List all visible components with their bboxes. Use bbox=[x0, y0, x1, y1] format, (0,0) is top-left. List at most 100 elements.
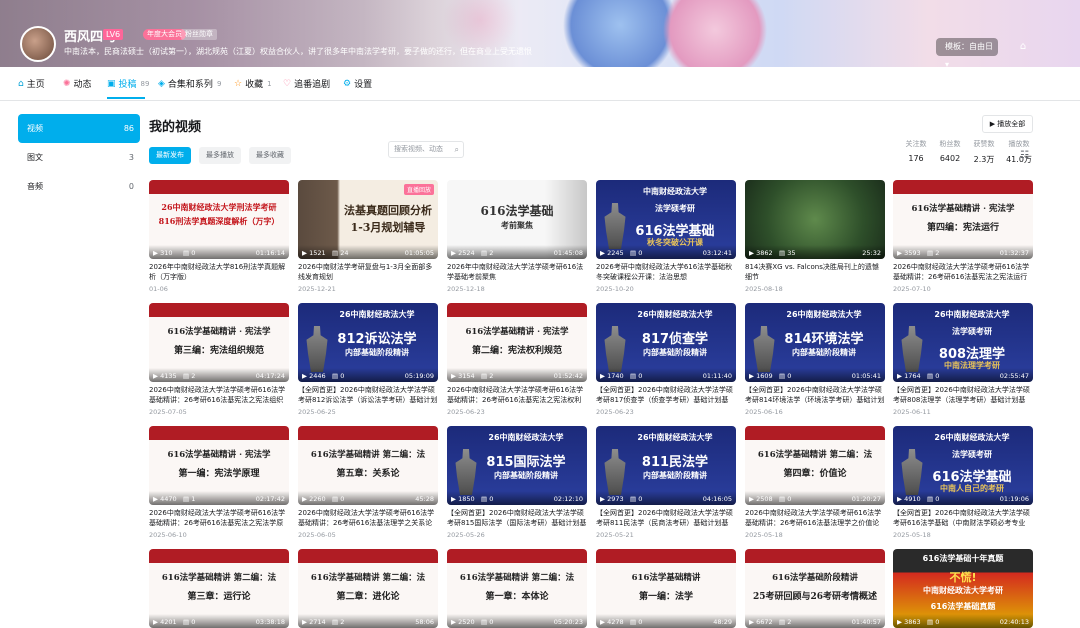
video-title[interactable]: 【全网首更】2026中南财经政法大学法学硕考研817侦查学（侦查学考研）基础计划… bbox=[596, 386, 736, 405]
video-date: 2025-12-18 bbox=[447, 285, 485, 293]
video-card[interactable]: 26中南财经政法大学 814环境法学 内部基础阶段精讲 ▶ 1609 ▤ 0 01:05:… bbox=[745, 303, 885, 416]
video-date: 2025-05-26 bbox=[447, 531, 485, 539]
avatar[interactable] bbox=[20, 26, 56, 62]
tab-dynamic[interactable]: ✺ 动态 bbox=[63, 77, 92, 91]
fan-medal-badge[interactable]: 粉丝勋章 bbox=[181, 29, 217, 40]
video-thumbnail[interactable]: 26中南财经政法大学 812诉讼法学 内部基础阶段精讲 ▶ 2446 ▤ 0 05:19:… bbox=[298, 303, 438, 382]
video-card[interactable]: 616法学基础精讲 第二编：法 第一章：本体论 ▶ 2520 ▤ 0 05:20:23 bbox=[447, 549, 587, 628]
video-title[interactable]: 【全网首更】2026中南财经政法大学法学硕考研815国际法学（国际法考研）基础计… bbox=[447, 509, 587, 528]
video-thumbnail[interactable]: 616法学基础十年真题 不慌! 中南财经政法大学考研 616法学基础真题 ▶ 3863 ▤… bbox=[893, 549, 1033, 628]
sort-most-favorited[interactable]: 最多收藏 bbox=[249, 147, 291, 164]
thumbnail-text: 616法学基础十年真题 bbox=[922, 554, 1004, 563]
video-card[interactable]: 26中南财经政法大学 811民法学 内部基础阶段精讲 ▶ 2973 ▤ 0 04:16:0… bbox=[596, 426, 736, 539]
tab-bangumi[interactable]: ♡ 追番追剧 bbox=[283, 77, 330, 91]
video-title[interactable]: 814决赛XG vs. Falcons决胜局刊上的遗憾细节 bbox=[745, 263, 885, 282]
video-thumbnail[interactable]: 26中南财经政法大学刑法学考研 816刑法学真题深度解析（万字） ▶ 310 ▤ 00… bbox=[149, 180, 289, 259]
danmaku-count: ▤ 0 bbox=[183, 249, 196, 257]
video-card[interactable]: 法基真题回顾分析 1-3月规划辅导 直播回放 ▶ 1521 ▤ 24 01:05:05 20… bbox=[298, 180, 438, 293]
video-card[interactable]: 616法学基础 考前聚焦 ▶ 2524 ▤ 2 01:45:08 2026年中南财经政法大… bbox=[447, 180, 587, 293]
tab-favorites[interactable]: ☆ 收藏 1 bbox=[234, 77, 272, 91]
video-thumbnail[interactable]: 616法学基础精讲 第二编：法 第五章：关系论 ▶ 2260 ▤ 0 45:28 bbox=[298, 426, 438, 505]
video-card[interactable]: 616法学基础阶段精讲 25考研回顾与26考研考情概述 ▶ 6672 ▤ 2 01:40… bbox=[745, 549, 885, 628]
sidebar-item-audio[interactable]: 音频 0 bbox=[18, 172, 140, 201]
video-thumbnail[interactable]: 中南财经政法大学 法学硕考研 616法学基础 秋冬突破公开课 ▶ 2245 ▤ 0 03:1… bbox=[596, 180, 736, 259]
video-card[interactable]: 616法学基础精讲 · 宪法学 第二编：宪法权利规范 ▶ 3154 ▤ 2 01:52:… bbox=[447, 303, 587, 416]
video-card[interactable]: 26中南财经政法大学 812诉讼法学 内部基础阶段精讲 ▶ 2446 ▤ 0 05:19:… bbox=[298, 303, 438, 416]
video-title[interactable]: 2026中南财经政法大学法学硕考研616法学基础精讲：26考研616法基宪法之宪… bbox=[893, 263, 1033, 282]
video-title[interactable]: 2026年中南财经政法大学法学硕考研616法学基础考前聚焦 bbox=[447, 263, 587, 282]
video-card[interactable]: 26中南财经政法大学刑法学考研 816刑法学真题深度解析（万字） ▶ 310 ▤ 00… bbox=[149, 180, 289, 293]
sidebar-item-article[interactable]: 图文 3 bbox=[18, 143, 140, 172]
video-thumbnail[interactable]: 26中南财经政法大学 法学硕考研 808法理学 中南法理学考研 ▶ 1764 ▤ 0 02:… bbox=[893, 303, 1033, 382]
video-card[interactable]: 26中南财经政法大学 815国际法学 内部基础阶段精讲 ▶ 1850 ▤ 0 02:12:… bbox=[447, 426, 587, 539]
search-input[interactable]: 搜索视频、动态 ⌕ bbox=[388, 141, 464, 158]
video-thumbnail[interactable]: 法基真题回顾分析 1-3月规划辅导 直播回放 ▶ 1521 ▤ 24 01:05:05 bbox=[298, 180, 438, 259]
thumbnail-text: 法学硕考研 bbox=[952, 450, 992, 459]
video-title[interactable]: 【全网首更】2026中南财经政法大学法学硕考研808法理学（法理学考研）基础计划… bbox=[893, 386, 1033, 405]
video-card[interactable]: ▶ 3862 ▤ 35 25:32 814决赛XG vs. Falcons决胜局刊上的… bbox=[745, 180, 885, 293]
video-title[interactable]: 【全网首更】2026中南财经政法大学法学硕考研812诉讼法学（诉讼法学考研）基础… bbox=[298, 386, 438, 405]
play-count: ▶ 2520 bbox=[451, 618, 475, 626]
tab-home[interactable]: ⌂ 主页 bbox=[18, 77, 45, 91]
template-mode-button[interactable]: 模板：自由日 ▾ bbox=[936, 38, 998, 67]
video-thumbnail[interactable]: 616法学基础精讲 第二编：法 第三章：运行论 ▶ 4201 ▤ 0 03:38:18 bbox=[149, 549, 289, 628]
video-title[interactable]: 【全网首更】2026中南财经政法大学法学硕考研616法学基础（中南财法学硕必考专… bbox=[893, 509, 1033, 528]
video-card[interactable]: 616法学基础精讲 · 宪法学 第三编：宪法组织规范 ▶ 4135 ▤ 2 04:17:… bbox=[149, 303, 289, 416]
video-card[interactable]: 616法学基础精讲 第二编：法 第二章：进化论 ▶ 2714 ▤ 2 58:06 bbox=[298, 549, 438, 628]
tab-upload[interactable]: ▣ 投稿 89 bbox=[107, 77, 149, 91]
thumbnail-text: 26中南财经政法大学 bbox=[786, 310, 862, 319]
play-count-value: 2245 bbox=[607, 249, 624, 257]
video-title[interactable]: 2026中南财经政法大学法学硕考研616法学基础精讲：26考研616法基宪法之宪… bbox=[149, 509, 289, 528]
danmaku-count-value: 1 bbox=[191, 495, 196, 503]
list-view-icon[interactable]: ☷ bbox=[1020, 150, 1029, 161]
gift-icon[interactable]: ⌂ bbox=[1014, 38, 1032, 56]
sidebar-item-video[interactable]: 视频 86 bbox=[18, 114, 140, 143]
video-card[interactable]: 26中南财经政法大学 法学硕考研 808法理学 中南法理学考研 ▶ 1764 ▤ 0 02:… bbox=[893, 303, 1033, 416]
thumbnail-stats-bar: ▶ 3154 ▤ 2 01:52:42 bbox=[447, 368, 587, 382]
video-title[interactable]: 2026中南财经政法大学法学硕考研616法学基础精讲：26考研616法基法理学之… bbox=[745, 509, 885, 528]
video-thumbnail[interactable]: 616法学基础精讲 · 宪法学 第一编：宪法学原理 ▶ 4470 ▤ 1 02:17:4… bbox=[149, 426, 289, 505]
video-title[interactable]: 2026中南财经政法大学法学硕考研616法学基础精讲：26考研616法基宪法之宪… bbox=[149, 386, 289, 405]
video-thumbnail[interactable]: 26中南财经政法大学 815国际法学 内部基础阶段精讲 ▶ 1850 ▤ 0 02:12:… bbox=[447, 426, 587, 505]
video-thumbnail[interactable]: 26中南财经政法大学 814环境法学 内部基础阶段精讲 ▶ 1609 ▤ 0 01:05:… bbox=[745, 303, 885, 382]
video-card[interactable]: 中南财经政法大学 法学硕考研 616法学基础 秋冬突破公开课 ▶ 2245 ▤ 0 03:1… bbox=[596, 180, 736, 293]
video-card[interactable]: 616法学基础十年真题 不慌! 中南财经政法大学考研 616法学基础真题 ▶ 3863 ▤… bbox=[893, 549, 1033, 628]
video-thumbnail[interactable]: 616法学基础精讲 · 宪法学 第四编：宪法运行 ▶ 3593 ▤ 2 01:32:37 bbox=[893, 180, 1033, 259]
play-all-button[interactable]: ▶ 播放全部 bbox=[982, 115, 1033, 133]
video-thumbnail[interactable]: 26中南财经政法大学 法学硕考研 616法学基础 中南人自己的考研 ▶ 4910 ▤ 00… bbox=[893, 426, 1033, 505]
video-title[interactable]: 2026中南财法学考研复盘与1-3月全面部多线发育规划 bbox=[298, 263, 438, 282]
video-thumbnail[interactable]: 616法学基础精讲 第二编：法 第二章：进化论 ▶ 2714 ▤ 2 58:06 bbox=[298, 549, 438, 628]
video-thumbnail[interactable]: 616法学基础 考前聚焦 ▶ 2524 ▤ 2 01:45:08 bbox=[447, 180, 587, 259]
video-title[interactable]: 2026年中南财经政法大学816刑法学真题解析（万字版） bbox=[149, 263, 289, 282]
video-title[interactable]: 【全网首更】2026中南财经政法大学法学硕考研814环境法学（环境法学考研）基础… bbox=[745, 386, 885, 405]
tab-collections[interactable]: ◈ 合集和系列 9 bbox=[158, 77, 221, 91]
video-card[interactable]: 616法学基础精讲 · 宪法学 第四编：宪法运行 ▶ 3593 ▤ 2 01:32:37… bbox=[893, 180, 1033, 293]
sort-most-played[interactable]: 最多播放 bbox=[199, 147, 241, 164]
danmaku-count-value: 0 bbox=[935, 372, 940, 380]
video-card[interactable]: 616法学基础精讲 第一编：法学 ▶ 4278 ▤ 0 48:29 bbox=[596, 549, 736, 628]
video-title[interactable]: 2026考研中南财经政法大学616法学基础秋冬突破课程公开课：法治思想 bbox=[596, 263, 736, 282]
tab-settings[interactable]: ⚙ 设置 bbox=[343, 77, 372, 91]
video-title[interactable]: 2026中南财经政法大学法学硕考研616法学基础精讲：26考研616法基宪法之宪… bbox=[447, 386, 587, 405]
video-thumbnail[interactable]: 616法学基础精讲 · 宪法学 第二编：宪法权利规范 ▶ 3154 ▤ 2 01:52:… bbox=[447, 303, 587, 382]
video-thumbnail[interactable]: 616法学基础阶段精讲 25考研回顾与26考研考情概述 ▶ 6672 ▤ 2 01:40… bbox=[745, 549, 885, 628]
video-thumbnail[interactable]: 616法学基础精讲 · 宪法学 第三编：宪法组织规范 ▶ 4135 ▤ 2 04:17:… bbox=[149, 303, 289, 382]
video-title[interactable]: 【全网首更】2026中南财经政法大学法学硕考研811民法学（民商法考研）基础计划… bbox=[596, 509, 736, 528]
video-thumbnail[interactable]: 26中南财经政法大学 817侦查学 内部基础阶段精讲 ▶ 1740 ▤ 0 01:11:4… bbox=[596, 303, 736, 382]
video-thumbnail[interactable]: 616法学基础精讲 第一编：法学 ▶ 4278 ▤ 0 48:29 bbox=[596, 549, 736, 628]
play-count: ▶ 310 bbox=[153, 249, 173, 257]
video-card[interactable]: 26中南财经政法大学 817侦查学 内部基础阶段精讲 ▶ 1740 ▤ 0 01:11:4… bbox=[596, 303, 736, 416]
video-thumbnail[interactable]: 26中南财经政法大学 811民法学 内部基础阶段精讲 ▶ 2973 ▤ 0 04:16:0… bbox=[596, 426, 736, 505]
video-thumbnail[interactable]: 616法学基础精讲 第二编：法 第四章：价值论 ▶ 2508 ▤ 0 01:20:27 bbox=[745, 426, 885, 505]
video-card[interactable]: 616法学基础精讲 第二编：法 第三章：运行论 ▶ 4201 ▤ 0 03:38:18 bbox=[149, 549, 289, 628]
video-card[interactable]: 616法学基础精讲 第二编：法 第四章：价值论 ▶ 2508 ▤ 0 01:20:27 2… bbox=[745, 426, 885, 539]
video-card[interactable]: 616法学基础精讲 · 宪法学 第一编：宪法学原理 ▶ 4470 ▤ 1 02:17:4… bbox=[149, 426, 289, 539]
video-card[interactable]: 26中南财经政法大学 法学硕考研 616法学基础 中南人自己的考研 ▶ 4910 ▤ 00… bbox=[893, 426, 1033, 539]
video-thumbnail[interactable]: ▶ 3862 ▤ 35 25:32 bbox=[745, 180, 885, 259]
vip-badge[interactable]: 年度大会员 bbox=[143, 29, 186, 40]
sort-latest[interactable]: 最新发布 bbox=[149, 147, 191, 164]
video-card[interactable]: 616法学基础精讲 第二编：法 第五章：关系论 ▶ 2260 ▤ 0 45:28 2026… bbox=[298, 426, 438, 539]
video-title[interactable]: 2026中南财经政法大学法学硕考研616法学基础精讲：26考研616法基法理学之… bbox=[298, 509, 438, 528]
search-icon[interactable]: ⌕ bbox=[455, 142, 459, 157]
video-thumbnail[interactable]: 616法学基础精讲 第二编：法 第一章：本体论 ▶ 2520 ▤ 0 05:20:23 bbox=[447, 549, 587, 628]
